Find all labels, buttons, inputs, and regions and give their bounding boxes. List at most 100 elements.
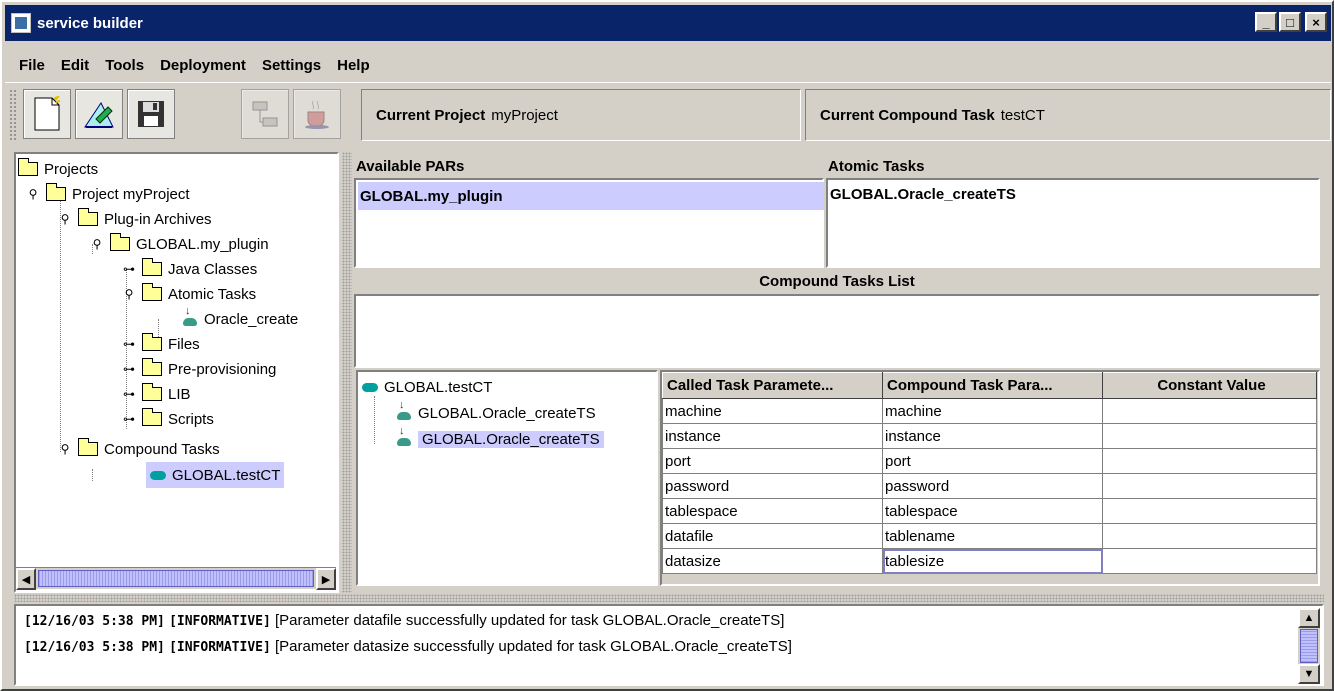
menu-edit[interactable]: Edit [53, 57, 97, 74]
toolbar: Current Project myProject Current Compou… [5, 82, 1331, 146]
expand-toggle-icon[interactable]: ⚲ [122, 287, 136, 301]
atomic-tasks-header: Atomic Tasks [828, 157, 925, 175]
compound-task-param-cell[interactable]: tablesize [882, 548, 1103, 574]
menu-help[interactable]: Help [329, 57, 378, 74]
java-button[interactable] [293, 89, 341, 139]
menu-file[interactable]: File [11, 57, 53, 74]
tree-horizontal-scrollbar[interactable]: ◀ ▶ [16, 567, 336, 590]
constant-value-cell[interactable] [1102, 548, 1317, 574]
menu-tools[interactable]: Tools [97, 57, 152, 74]
toolbar-grip[interactable] [9, 89, 17, 141]
scroll-thumb[interactable] [38, 570, 314, 587]
horizontal-splitter[interactable] [14, 594, 1324, 602]
tree-node-files[interactable]: ⊶ Files [122, 331, 200, 357]
collapse-toggle-icon[interactable]: ⊶ [122, 262, 136, 276]
table-row[interactable]: instance instance [662, 423, 1317, 449]
save-button[interactable] [127, 89, 175, 139]
ct-tree-child[interactable]: GLOBAL.Oracle_createTS [396, 399, 596, 426]
tree-node-compound-item[interactable]: GLOBAL.testCT [146, 462, 285, 488]
scroll-thumb[interactable] [1300, 629, 1318, 663]
table-row[interactable]: password password [662, 473, 1317, 499]
tree-node-atomic-tasks[interactable]: ⚲ Atomic Tasks [122, 281, 256, 307]
title-bar[interactable]: service builder _ □ × [5, 5, 1331, 41]
parameter-table[interactable]: Called Task Paramete... Compound Task Pa… [660, 370, 1320, 586]
folder-open-icon [110, 233, 130, 251]
tree-node-lib[interactable]: ⊶ LIB [122, 381, 191, 407]
expand-toggle-icon[interactable]: ⚲ [58, 442, 72, 456]
expand-toggle-icon[interactable]: ⚲ [26, 187, 40, 201]
maximize-button[interactable]: □ [1279, 12, 1301, 32]
new-button[interactable] [23, 89, 71, 139]
called-task-param-cell[interactable]: machine [662, 398, 883, 424]
compound-task-param-cell[interactable]: machine [882, 398, 1103, 424]
called-task-param-cell[interactable]: tablespace [662, 498, 883, 524]
table-row[interactable]: machine machine [662, 398, 1317, 424]
tree-node-atomic-item[interactable]: Oracle_create [182, 305, 298, 332]
compound-task-tree[interactable]: GLOBAL.testCT GLOBAL.Oracle_createTS GLO… [356, 370, 658, 586]
folder-icon [142, 383, 162, 401]
scroll-left-icon[interactable]: ◀ [16, 568, 36, 590]
close-button[interactable]: × [1305, 12, 1327, 32]
current-compound-task-value: testCT [1000, 106, 1045, 124]
called-task-param-cell[interactable]: password [662, 473, 883, 499]
menu-deployment[interactable]: Deployment [152, 57, 254, 74]
collapse-toggle-icon[interactable]: ⊶ [122, 362, 136, 376]
tree-node-project[interactable]: ⚲ Project myProject [26, 181, 190, 207]
collapse-toggle-icon[interactable]: ⊶ [122, 387, 136, 401]
log-vertical-scrollbar[interactable]: ▲ ▼ [1298, 608, 1320, 684]
called-task-param-cell[interactable]: port [662, 448, 883, 474]
tree-node-plugin-archives[interactable]: ⚲ Plug-in Archives [58, 206, 212, 232]
ct-tree-child-selected[interactable]: GLOBAL.Oracle_createTS [396, 425, 604, 452]
atomic-task-item[interactable]: GLOBAL.Oracle_createTS [830, 186, 1016, 203]
constant-value-cell[interactable] [1102, 473, 1317, 499]
constant-value-cell[interactable] [1102, 498, 1317, 524]
column-header-called-task[interactable]: Called Task Paramete... [662, 372, 883, 399]
atomic-tasks-list[interactable]: GLOBAL.Oracle_createTS [826, 178, 1320, 268]
scroll-right-icon[interactable]: ▶ [316, 568, 336, 590]
window-controls: _ □ × [1255, 12, 1327, 32]
compound-task-param-cell[interactable]: instance [882, 423, 1103, 449]
called-task-param-cell[interactable]: datafile [662, 523, 883, 549]
constant-value-cell[interactable] [1102, 398, 1317, 424]
tree-line [374, 396, 375, 444]
constant-value-cell[interactable] [1102, 523, 1317, 549]
table-row[interactable]: tablespace tablespace [662, 498, 1317, 524]
table-row[interactable]: datafile tablename [662, 523, 1317, 549]
available-pars-list[interactable]: GLOBAL.my_plugin [354, 178, 824, 268]
called-task-param-cell[interactable]: instance [662, 423, 883, 449]
tree-node-plugin[interactable]: ⚲ GLOBAL.my_plugin [90, 231, 269, 257]
vertical-splitter[interactable] [342, 152, 352, 593]
constant-value-cell[interactable] [1102, 448, 1317, 474]
compound-task-param-cell[interactable]: password [882, 473, 1103, 499]
tree-node-pre-provisioning[interactable]: ⊶ Pre-provisioning [122, 356, 276, 382]
expand-toggle-icon[interactable]: ⚲ [58, 212, 72, 226]
collapse-toggle-icon[interactable]: ⊶ [122, 412, 136, 426]
tree-node-scripts[interactable]: ⊶ Scripts [122, 406, 214, 432]
compound-task-param-cell[interactable]: tablespace [882, 498, 1103, 524]
called-task-param-cell[interactable]: datasize [662, 548, 883, 574]
minimize-button[interactable]: _ [1255, 12, 1277, 32]
edit-button[interactable] [75, 89, 123, 139]
par-item[interactable]: GLOBAL.my_plugin [358, 182, 824, 210]
tree-node-compound-tasks[interactable]: ⚲ Compound Tasks [58, 436, 220, 462]
ct-tree-root[interactable]: GLOBAL.testCT [362, 374, 492, 400]
table-row[interactable]: port port [662, 448, 1317, 474]
tree-node-projects[interactable]: Projects [18, 156, 98, 182]
deploy-button[interactable] [241, 89, 289, 139]
compound-tasks-list[interactable] [354, 294, 1320, 368]
menu-settings[interactable]: Settings [254, 57, 329, 74]
scroll-up-icon[interactable]: ▲ [1298, 608, 1320, 628]
compound-task-param-cell[interactable]: port [882, 448, 1103, 474]
scroll-down-icon[interactable]: ▼ [1298, 664, 1320, 684]
expand-toggle-icon[interactable]: ⚲ [90, 237, 104, 251]
collapse-toggle-icon[interactable]: ⊶ [122, 337, 136, 351]
current-project-value: myProject [491, 106, 558, 124]
compound-task-param-cell[interactable]: tablename [882, 523, 1103, 549]
constant-value-cell[interactable] [1102, 423, 1317, 449]
column-header-compound-task[interactable]: Compound Task Para... [882, 372, 1103, 399]
table-row[interactable]: datasize tablesize [662, 548, 1317, 574]
tree-node-java-classes[interactable]: ⊶ Java Classes [122, 256, 257, 282]
column-header-constant-value[interactable]: Constant Value [1102, 372, 1317, 399]
project-tree[interactable]: Projects ⚲ Project myProject ⚲ Plug-in A… [14, 152, 339, 593]
atomic-task-icon [396, 425, 412, 447]
